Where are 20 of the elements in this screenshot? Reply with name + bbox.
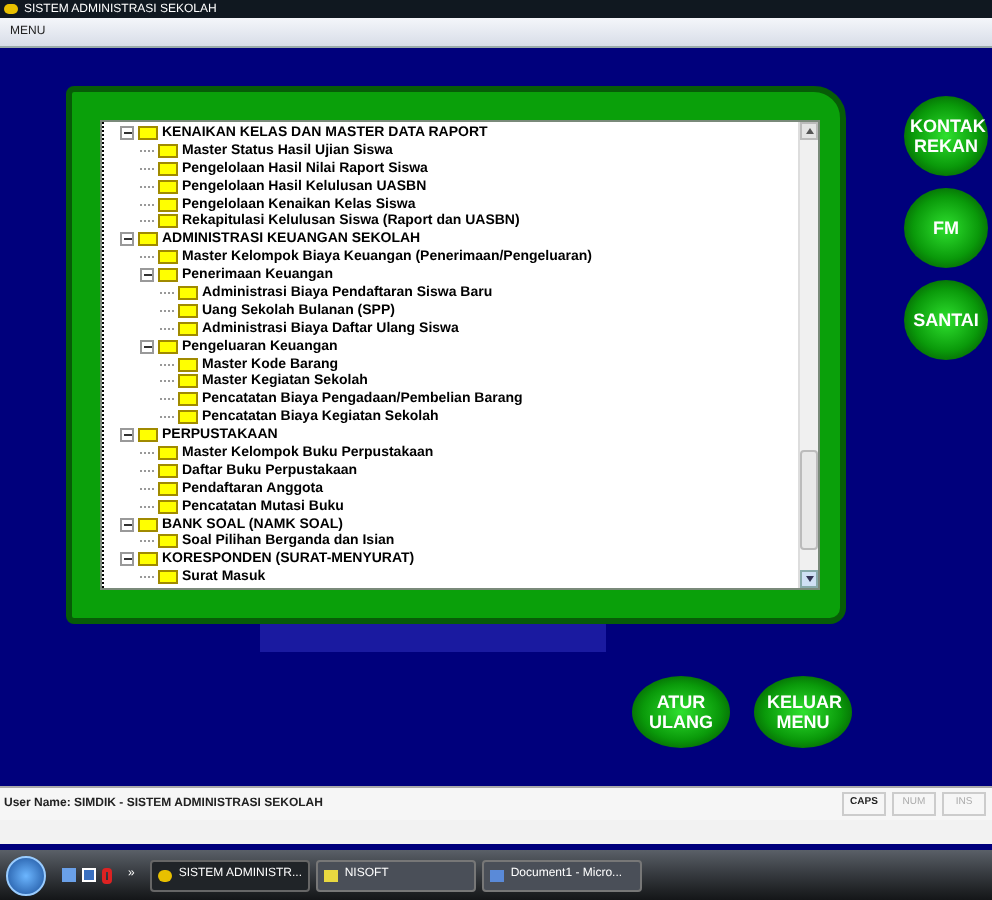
app-icon (4, 4, 18, 14)
up-arrow-icon (805, 128, 813, 134)
window-switch-icon[interactable] (82, 868, 96, 882)
down-arrow-icon (805, 576, 813, 582)
scroll-down-button[interactable] (800, 570, 818, 588)
app-icon (324, 869, 339, 881)
scrollbar[interactable] (798, 122, 818, 588)
collapse-toggle[interactable] (140, 339, 154, 354)
collapse-toggle[interactable] (120, 125, 134, 140)
collapse-toggle[interactable] (120, 517, 134, 532)
collapse-toggle[interactable] (120, 428, 134, 443)
collapse-toggle[interactable] (120, 232, 134, 247)
scroll-up-button[interactable] (800, 122, 818, 140)
app-launch-icon[interactable] (102, 867, 112, 883)
scroll-thumb[interactable] (800, 450, 818, 550)
app-icon (158, 869, 173, 881)
collapse-toggle[interactable] (120, 552, 134, 567)
start-button[interactable] (6, 855, 46, 895)
app-icon (490, 869, 505, 881)
collapse-toggle[interactable] (140, 268, 154, 283)
